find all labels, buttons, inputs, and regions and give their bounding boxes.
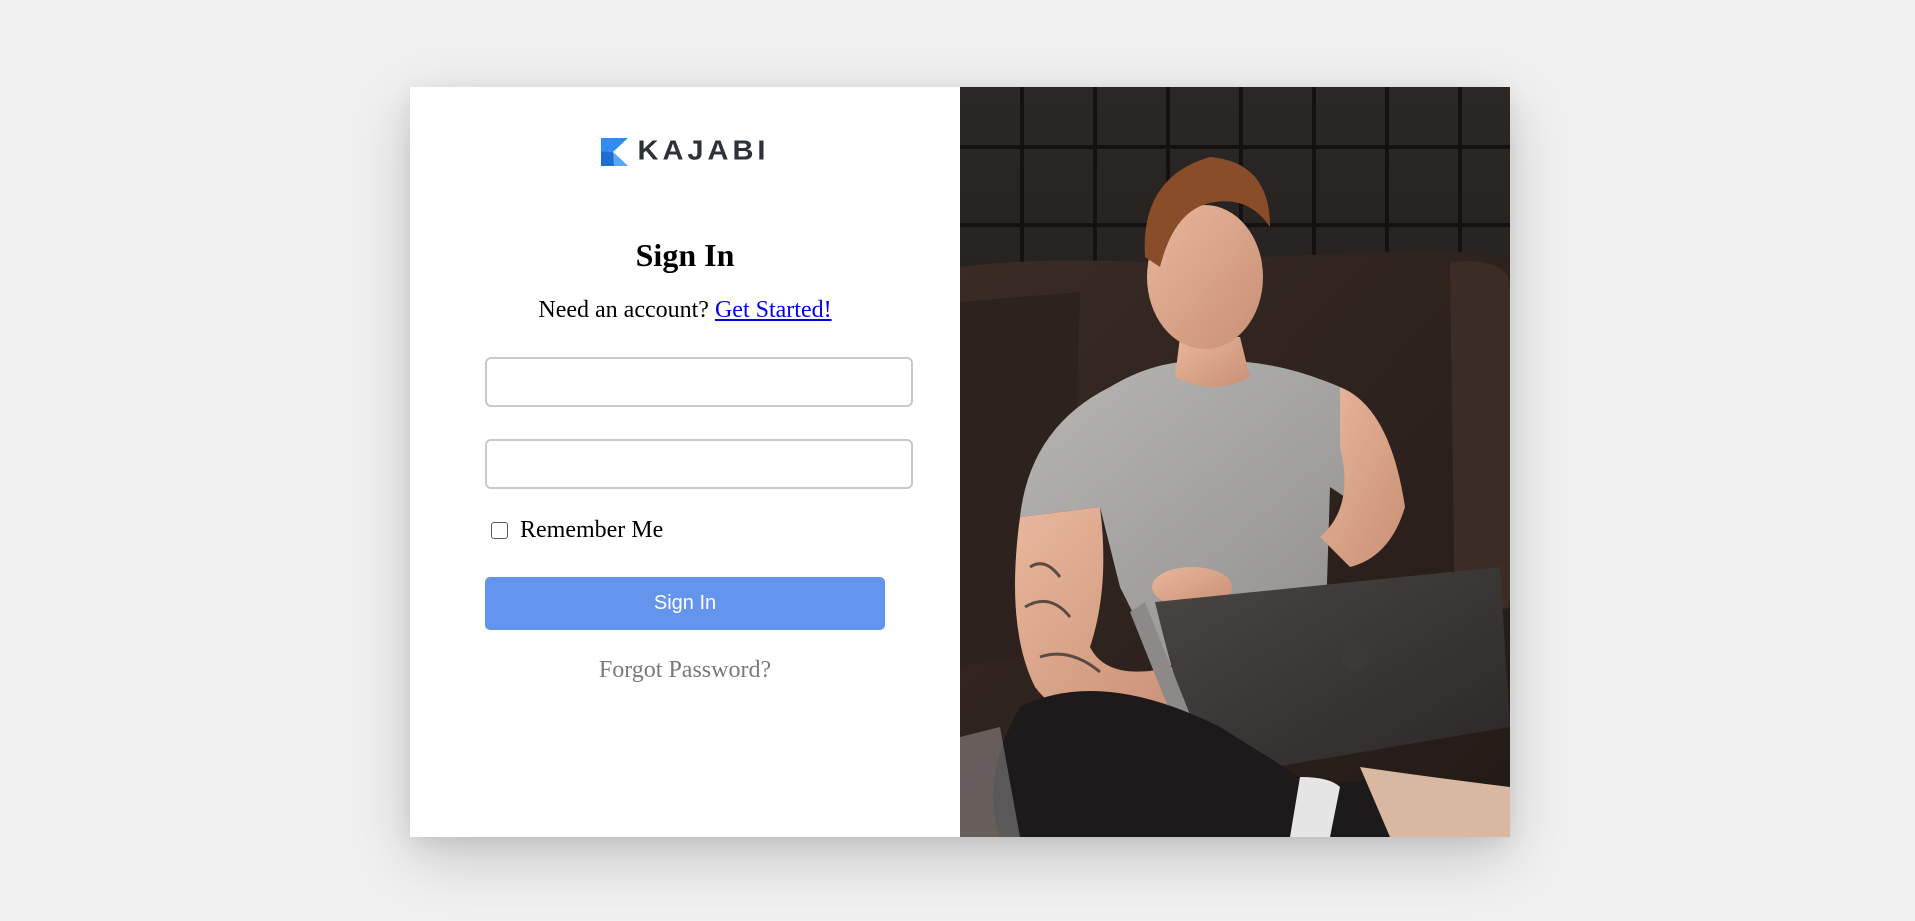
remember-me-checkbox[interactable] [491,522,508,539]
get-started-link[interactable]: Get Started! [715,297,832,323]
password-field[interactable] [485,439,913,489]
hero-image [960,87,1510,837]
hero-photo [960,87,1510,837]
kajabi-logo: KAJABI [410,137,960,166]
kajabi-logo-text: KAJABI [637,135,770,167]
signin-card: KAJABI Sign In Need an account? Get Star… [410,87,1510,837]
email-field[interactable] [485,357,913,407]
kajabi-logo-icon [600,137,628,166]
signup-prompt: Need an account? Get Started! [410,297,960,324]
sign-in-button[interactable]: Sign In [485,577,885,630]
signup-prompt-text: Need an account? [538,297,709,323]
signin-panel: KAJABI Sign In Need an account? Get Star… [410,87,960,837]
remember-me[interactable]: Remember Me [491,517,663,544]
remember-me-label: Remember Me [520,517,664,543]
forgot-password-link[interactable]: Forgot Password? [410,657,960,684]
page-title: Sign In [635,237,735,273]
